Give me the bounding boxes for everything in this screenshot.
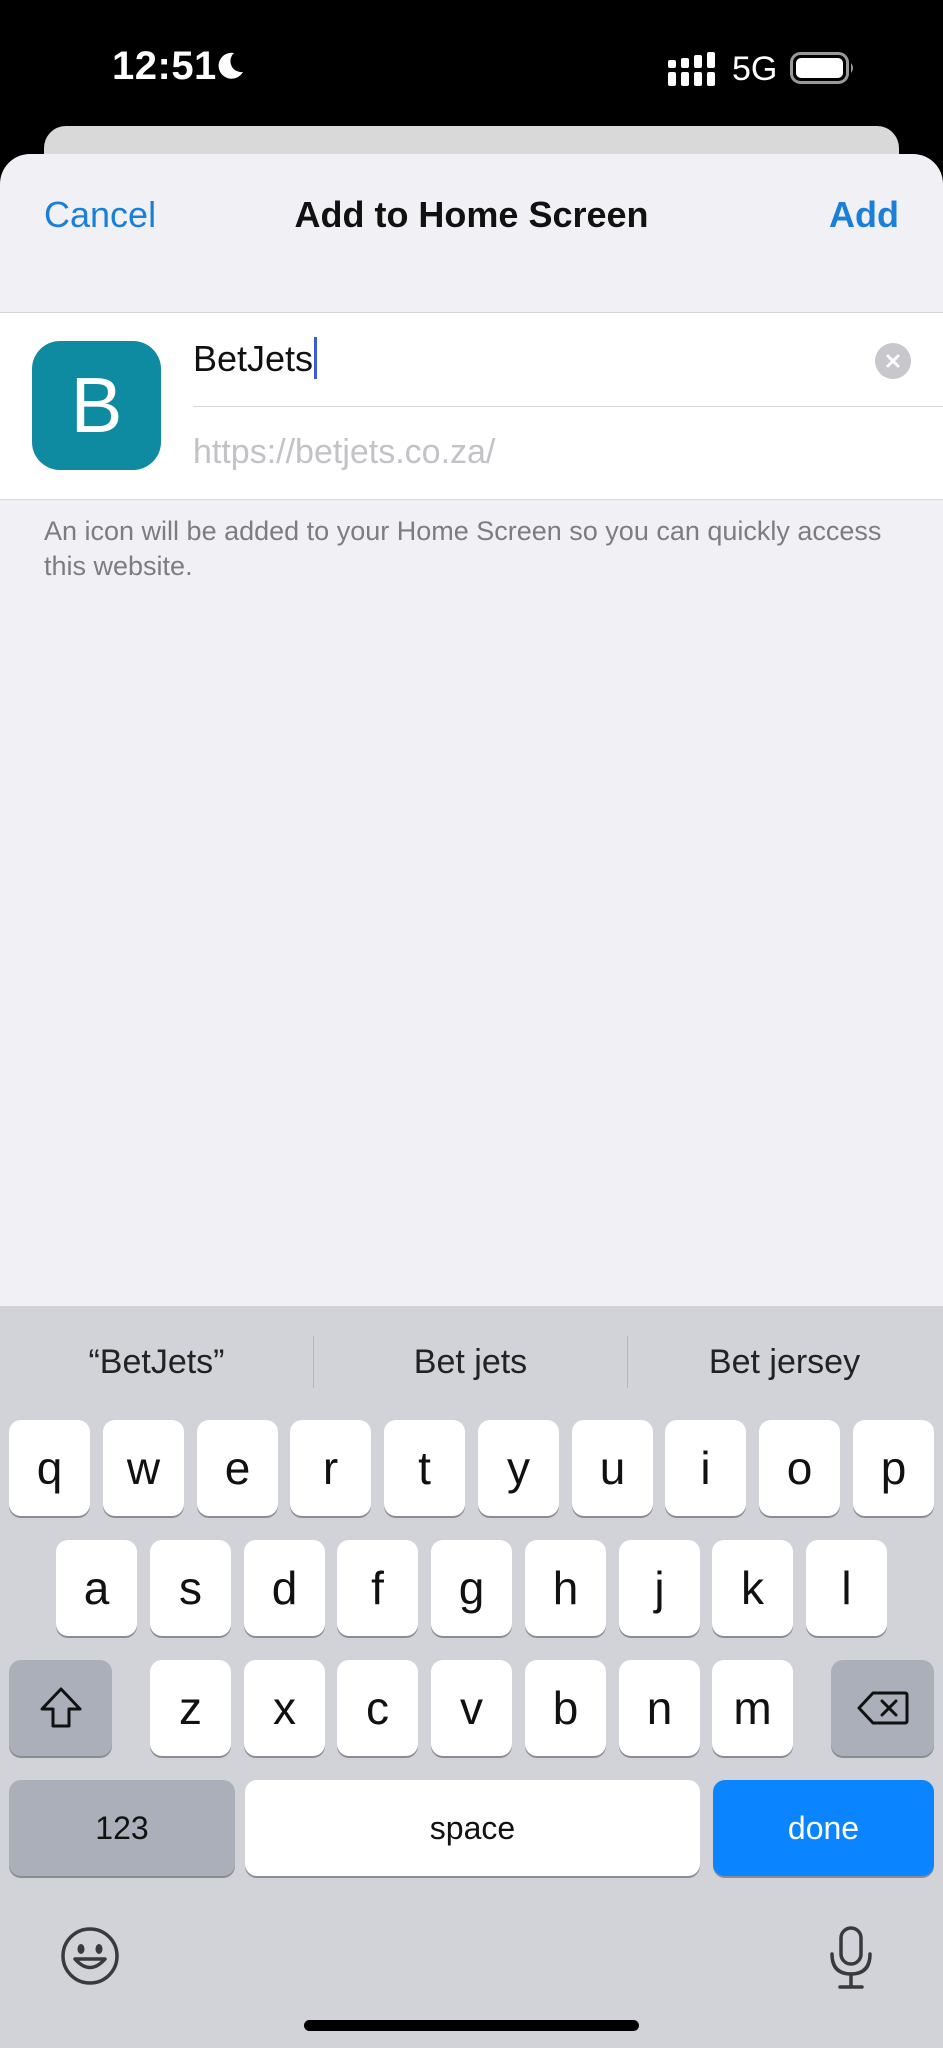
key-s[interactable]: s <box>150 1540 231 1636</box>
keyboard: “BetJets” Bet jets Bet jersey q w e r t … <box>0 1306 943 2048</box>
key-w[interactable]: w <box>103 1420 184 1516</box>
key-a[interactable]: a <box>56 1540 137 1636</box>
key-q[interactable]: q <box>9 1420 90 1516</box>
name-input-value: BetJets <box>193 338 314 379</box>
name-field-row[interactable]: BetJets <box>193 313 943 407</box>
status-time: 12:51 <box>112 44 217 88</box>
cancel-button[interactable]: Cancel <box>44 194 156 236</box>
app-icon-letter: B <box>70 361 123 449</box>
clear-text-button[interactable] <box>875 343 911 379</box>
key-k[interactable]: k <box>712 1540 793 1636</box>
hint-text: An icon will be added to your Home Scree… <box>44 516 882 581</box>
suggestion-2[interactable]: Bet jets <box>314 1334 627 1390</box>
text-caret <box>314 337 318 379</box>
done-key[interactable]: done <box>713 1780 934 1876</box>
key-h[interactable]: h <box>525 1540 606 1636</box>
key-n[interactable]: n <box>619 1660 700 1756</box>
key-i[interactable]: i <box>665 1420 746 1516</box>
name-input[interactable]: BetJets <box>193 337 318 380</box>
shift-arrow-icon <box>40 1687 81 1728</box>
key-r[interactable]: r <box>290 1420 371 1516</box>
key-u[interactable]: u <box>572 1420 653 1516</box>
bookmark-form: B BetJets https://betjets.co.za/ <box>0 312 943 500</box>
suggestion-bar: “BetJets” Bet jets Bet jersey <box>0 1306 943 1416</box>
cellular-signal-icon <box>668 52 715 86</box>
key-b[interactable]: b <box>525 1660 606 1756</box>
suggestion-3[interactable]: Bet jersey <box>628 1334 941 1390</box>
numbers-key[interactable]: 123 <box>9 1780 235 1876</box>
key-o[interactable]: o <box>759 1420 840 1516</box>
app-icon-preview: B <box>32 341 161 470</box>
network-type: 5G <box>732 50 778 88</box>
moon-icon <box>218 52 243 79</box>
key-z[interactable]: z <box>150 1660 231 1756</box>
key-j[interactable]: j <box>619 1540 700 1636</box>
key-m[interactable]: m <box>712 1660 793 1756</box>
close-icon <box>886 354 900 368</box>
key-c[interactable]: c <box>337 1660 418 1756</box>
key-p[interactable]: p <box>853 1420 934 1516</box>
dictation-button[interactable] <box>826 1926 876 1990</box>
key-t[interactable]: t <box>384 1420 465 1516</box>
space-key[interactable]: space <box>245 1780 700 1876</box>
status-bar: 12:51 5G <box>0 0 943 140</box>
key-y[interactable]: y <box>478 1420 559 1516</box>
key-l[interactable]: l <box>806 1540 887 1636</box>
home-indicator <box>304 2020 639 2031</box>
key-e[interactable]: e <box>197 1420 278 1516</box>
key-g[interactable]: g <box>431 1540 512 1636</box>
emoji-button[interactable] <box>60 1926 120 1986</box>
key-x[interactable]: x <box>244 1660 325 1756</box>
url-field: https://betjets.co.za/ <box>193 433 496 471</box>
emoji-icon <box>61 1927 119 1985</box>
key-d[interactable]: d <box>244 1540 325 1636</box>
delete-key[interactable] <box>831 1660 934 1756</box>
key-f[interactable]: f <box>337 1540 418 1636</box>
key-v[interactable]: v <box>431 1660 512 1756</box>
shift-key[interactable] <box>9 1660 112 1756</box>
battery-icon <box>790 52 853 84</box>
microphone-icon <box>830 1926 872 1989</box>
backspace-icon <box>857 1691 908 1725</box>
add-button[interactable]: Add <box>829 194 899 236</box>
suggestion-1[interactable]: “BetJets” <box>0 1334 313 1390</box>
